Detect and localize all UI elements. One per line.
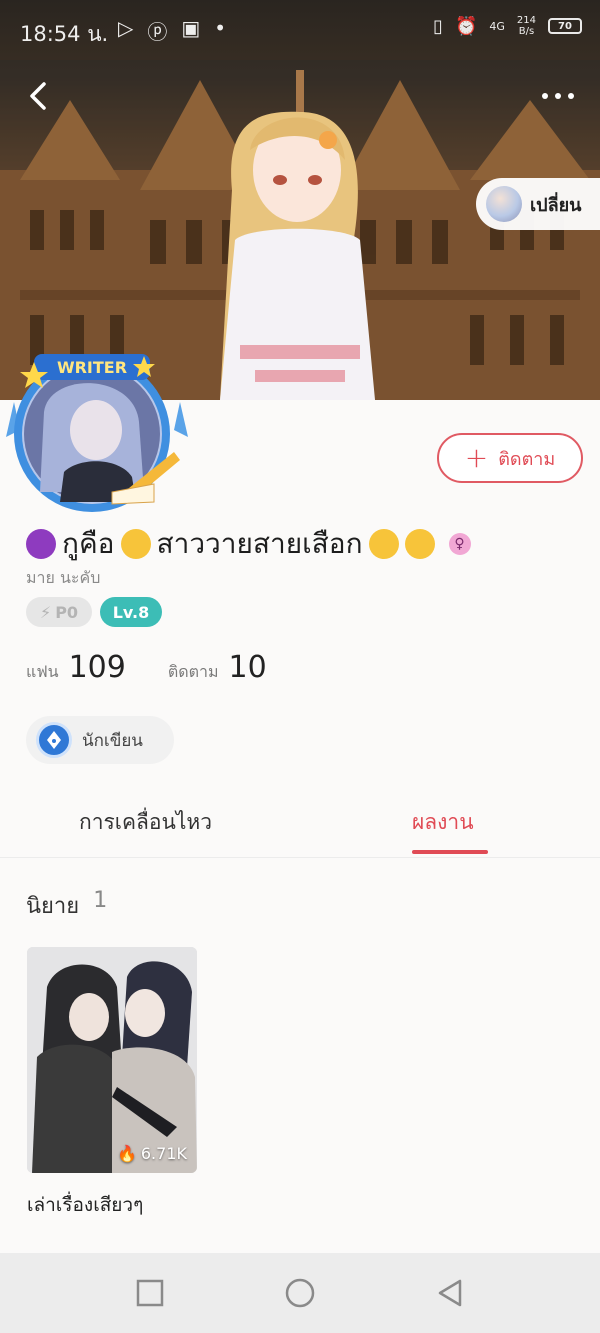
flame-icon: 🔥 bbox=[116, 1144, 137, 1163]
follow-label: ติดตาม bbox=[498, 448, 556, 470]
profile-tabs: การเคลื่อนไหว ผลงาน bbox=[0, 796, 600, 858]
profile-avatar[interactable]: WRITER bbox=[4, 342, 190, 517]
novels-label: นิยาย bbox=[26, 894, 80, 919]
profile-badges: ⚡ P0 Lv.8 bbox=[26, 597, 162, 627]
change-cover-button[interactable]: เปลี่ยน bbox=[476, 178, 600, 230]
view-count: 🔥 6.71K bbox=[117, 1144, 187, 1163]
writer-chip[interactable]: นักเขียน bbox=[26, 716, 174, 764]
active-tab-indicator bbox=[412, 850, 488, 854]
tongue-emoji-icon bbox=[404, 529, 435, 559]
writer-label: นักเขียน bbox=[82, 730, 143, 751]
pinterest-icon: ⓟ bbox=[147, 20, 168, 44]
network-type: 4G bbox=[489, 19, 505, 33]
follow-button[interactable]: + ติดตาม bbox=[437, 433, 583, 483]
triangle-back-icon[interactable] bbox=[434, 1277, 466, 1309]
android-nav-bar bbox=[0, 1253, 600, 1333]
app-icon: ▣ bbox=[181, 16, 201, 40]
pen-nib-icon bbox=[36, 722, 72, 758]
following-count[interactable]: 10 bbox=[229, 650, 267, 685]
more-icon bbox=[542, 93, 548, 99]
novel-cover-image bbox=[27, 947, 197, 1173]
smirk-emoji-icon bbox=[120, 529, 151, 559]
more-button[interactable] bbox=[538, 82, 578, 110]
square-icon[interactable] bbox=[134, 1277, 166, 1309]
writer-frame-label: WRITER bbox=[57, 358, 127, 377]
points-badge[interactable]: ⚡ P0 bbox=[26, 597, 92, 627]
following-label[interactable]: ติดตาม bbox=[168, 660, 219, 685]
alarm-icon: ⏰ bbox=[454, 15, 478, 37]
writer-avatar-frame: WRITER bbox=[6, 354, 188, 512]
novels-count: 1 bbox=[93, 888, 108, 913]
profile-name: กูคือ สาววายสายเสือก ♀ bbox=[26, 522, 471, 566]
devil-emoji-icon bbox=[26, 529, 56, 559]
profile-subname: มาย นะคับ bbox=[26, 568, 101, 587]
profile-name-part1: กูคือ bbox=[62, 527, 115, 560]
female-icon: ♀ bbox=[448, 533, 471, 555]
status-time: 18:54 น. bbox=[20, 22, 109, 46]
change-avatar-thumb bbox=[486, 186, 522, 222]
tab-activity[interactable]: การเคลื่อนไหว bbox=[79, 806, 212, 839]
circle-icon[interactable] bbox=[284, 1277, 316, 1309]
status-system-icons: ▯ ⏰ 4G 214 B/s 70 bbox=[433, 15, 582, 37]
plus-icon: + bbox=[464, 441, 489, 474]
network-speed: 214 B/s bbox=[516, 15, 536, 37]
bolt-icon: ⚡ bbox=[39, 602, 52, 622]
play-icon: ▷ bbox=[118, 16, 134, 40]
status-notification-icons: ▷ ⓟ ▣ • bbox=[118, 16, 226, 45]
yum-emoji-icon bbox=[368, 529, 399, 559]
profile-banner: 18:54 น. ▷ ⓟ ▣ • ▯ ⏰ 4G 214 B/s 70 เปลี่… bbox=[0, 0, 600, 400]
profile-stats: แฟน 109 ติดตาม 10 bbox=[26, 650, 309, 685]
back-icon bbox=[30, 82, 46, 110]
status-bar: 18:54 น. ▷ ⓟ ▣ • ▯ ⏰ 4G 214 B/s 70 bbox=[0, 0, 600, 60]
tab-works[interactable]: ผลงาน bbox=[412, 806, 474, 839]
dot-icon: • bbox=[214, 16, 227, 40]
novel-title[interactable]: เล่าเรื่องเสียวๆ bbox=[27, 1190, 143, 1220]
novels-section-title: นิยาย 1 bbox=[26, 888, 107, 923]
view-count-value: 6.71K bbox=[140, 1144, 187, 1163]
fans-label[interactable]: แฟน bbox=[26, 660, 59, 685]
points-value: P0 bbox=[55, 602, 79, 622]
fans-count[interactable]: 109 bbox=[69, 650, 126, 685]
level-badge[interactable]: Lv.8 bbox=[100, 597, 162, 627]
novel-cover[interactable]: 🔥 6.71K bbox=[27, 947, 197, 1173]
profile-name-part2: สาววายสายเสือก bbox=[156, 527, 363, 560]
battery-icon: 70 bbox=[548, 18, 582, 34]
vibrate-icon: ▯ bbox=[433, 15, 443, 37]
back-button[interactable] bbox=[20, 76, 60, 116]
change-cover-label: เปลี่ยน bbox=[530, 194, 582, 216]
